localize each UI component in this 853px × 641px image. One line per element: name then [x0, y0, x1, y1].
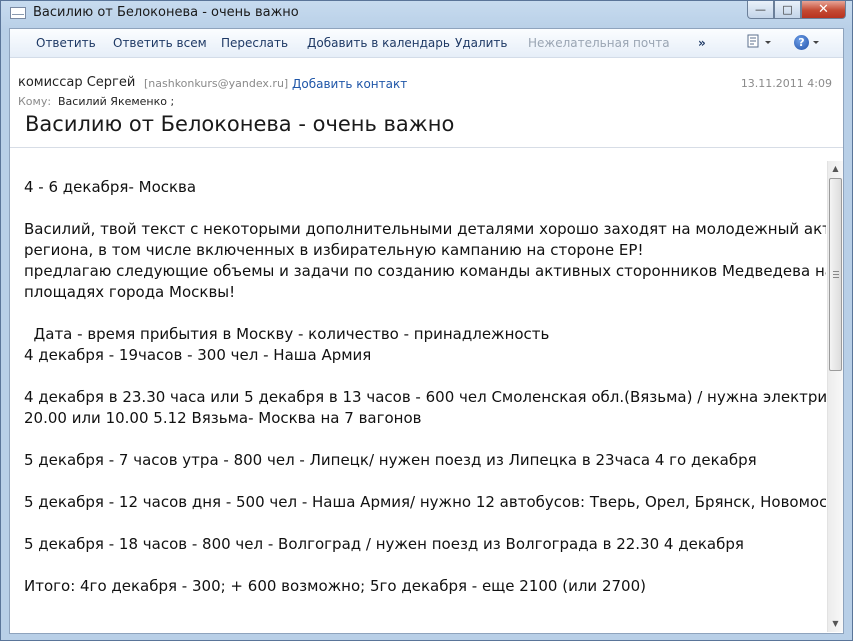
forward-button[interactable]: Переслать [221, 36, 288, 50]
body-line [24, 303, 824, 324]
reply-all-button[interactable]: Ответить всем [113, 36, 207, 50]
envelope-icon [10, 7, 26, 19]
junk-mail-button[interactable]: Нежелательная почта [528, 36, 670, 50]
body-line: 4 декабря - 19часов - 300 чел - Наша Арм… [24, 346, 372, 364]
scroll-thumb[interactable] [829, 178, 842, 371]
message-body[interactable]: 4 - 6 декабря- Москва Василий, твой текст… [10, 161, 826, 632]
body-line: 4 декабря в 23.30 часа или 5 декабря в 1… [24, 388, 826, 406]
body-line [24, 555, 824, 576]
message-header: комиссар Сергей [nashkonkurs@yandex.ru] … [10, 58, 843, 148]
body-line: 20.00 или 10.00 5.12 Вязьма- Москва на 7… [24, 409, 422, 427]
reply-button[interactable]: Ответить [36, 36, 96, 50]
body-line [24, 513, 824, 534]
body-line: 5 декабря - 12 часов дня - 500 чел - Наш… [24, 493, 826, 511]
message-date: 13.11.2011 4:09 [740, 77, 832, 90]
scroll-up-arrow-icon[interactable]: ▲ [828, 161, 843, 177]
sender-name: комиссар Сергей [18, 75, 136, 90]
message-text: 4 - 6 декабря- Москва Василий, твой текст… [24, 177, 826, 597]
body-line: Дата - время прибытия в Москву - количес… [24, 325, 550, 343]
vertical-scrollbar[interactable]: ▲ ▼ [827, 161, 843, 632]
window-controls: — □ ✕ [747, 1, 846, 20]
grip-line [833, 271, 839, 272]
recipient: Василий Якеменко ; [58, 95, 175, 108]
message-subject: Василию от Белоконева - очень важно [25, 112, 455, 136]
body-line [24, 471, 824, 492]
delete-button[interactable]: Удалить [455, 36, 508, 50]
body-line: Итого: 4го декабря - 300; + 600 возможно… [24, 577, 646, 595]
mail-window: Василию от Белоконева - очень важно — □ … [0, 0, 853, 641]
body-line [24, 429, 824, 450]
close-button[interactable]: ✕ [801, 1, 846, 19]
scroll-down-arrow-icon[interactable]: ▼ [828, 616, 843, 632]
print-menu-icon[interactable] [747, 34, 773, 53]
body-line [24, 366, 824, 387]
grip-line [833, 277, 839, 278]
add-to-calendar-button[interactable]: Добавить в календарь [307, 36, 450, 50]
body-line: региона, в том числе включенных в избира… [24, 241, 644, 259]
help-icon[interactable]: ? [794, 35, 809, 50]
body-line: предлагаю следующие объемы и задачи по с… [24, 262, 826, 280]
header-divider [10, 147, 843, 148]
to-label: Кому: [18, 95, 52, 108]
add-contact-link[interactable]: Добавить контакт [292, 77, 407, 91]
maximize-button[interactable]: □ [774, 1, 801, 19]
grip-line [833, 274, 839, 275]
toolbar: Ответить Ответить всем Переслать Добавит… [10, 29, 843, 58]
minimize-button[interactable]: — [747, 1, 774, 19]
window-title: Василию от Белоконева - очень важно [33, 5, 299, 20]
title-bar[interactable]: Василию от Белоконева - очень важно — □ … [1, 1, 852, 27]
body-line [24, 198, 824, 219]
more-commands-button[interactable]: » [698, 36, 706, 50]
sender-email: [nashkonkurs@yandex.ru] [144, 77, 289, 90]
body-line: 5 декабря - 18 часов - 800 чел - Волгогр… [24, 535, 744, 553]
body-line: Василий, твой текст с некоторыми дополни… [24, 220, 826, 238]
body-line: 4 - 6 декабря- Москва [24, 178, 197, 196]
body-line: 5 декабря - 7 часов утра - 800 чел - Лип… [24, 451, 757, 469]
help-dropdown-icon[interactable] [812, 34, 820, 53]
body-line: площадях города Москвы! [24, 283, 236, 301]
message-pane: Ответить Ответить всем Переслать Добавит… [9, 28, 844, 634]
